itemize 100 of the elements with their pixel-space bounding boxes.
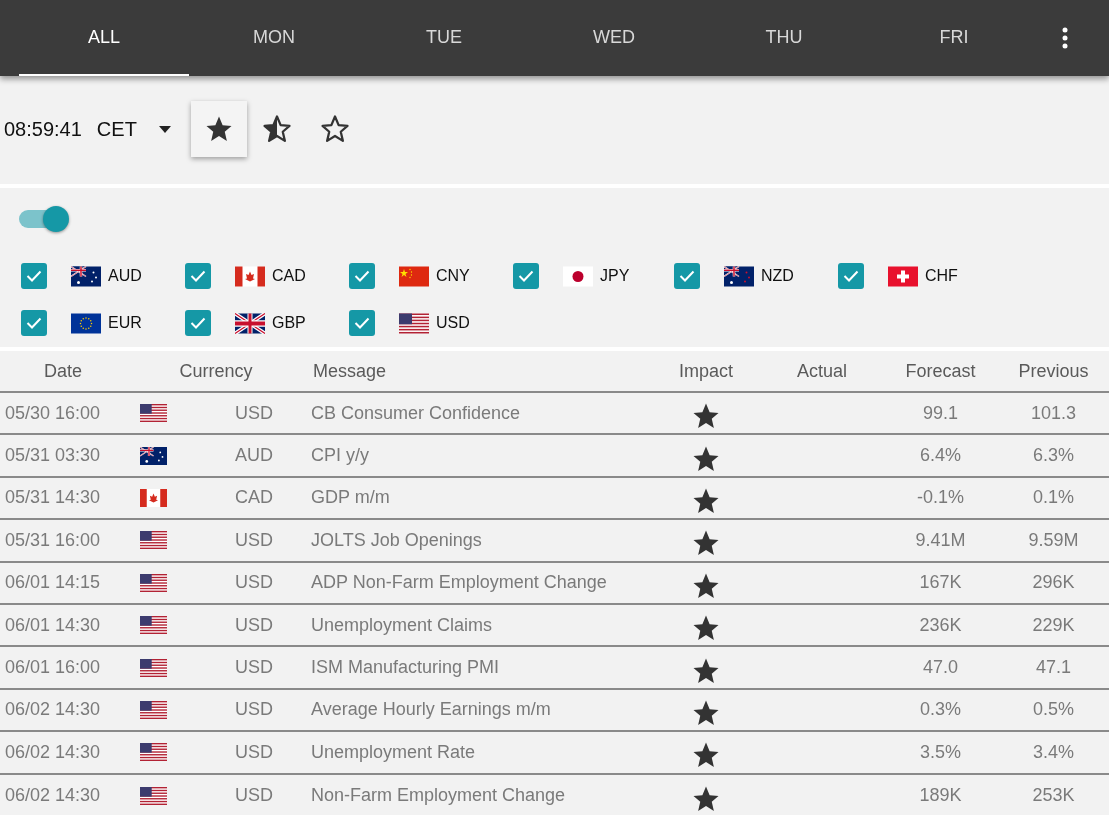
table-cell-text: 99.1 xyxy=(921,401,959,425)
table-cell-text: USD xyxy=(234,698,273,722)
table-cell-text: USD xyxy=(234,528,273,552)
table-cell-text: Unemployment Rate xyxy=(310,740,477,764)
table-cell-text: 06/01 14:15 xyxy=(4,571,102,595)
currency-label: NZD xyxy=(761,266,794,286)
currency-checkbox[interactable] xyxy=(349,263,375,289)
table-cell-text: ADP Non-Farm Employment Change xyxy=(310,571,608,595)
check-icon xyxy=(354,270,370,282)
currency-checkbox[interactable] xyxy=(838,263,864,289)
currency-checkbox[interactable] xyxy=(349,310,375,336)
table-cell-text: AUD xyxy=(234,444,273,468)
table-cell-text: 3.4% xyxy=(1032,740,1075,764)
table-cell-text: USD xyxy=(234,740,273,764)
table-cell-text: 05/30 16:00 xyxy=(4,401,102,425)
column-header: Forecast xyxy=(904,359,977,383)
table-cell-text: CAD xyxy=(234,486,273,510)
currency-checkbox[interactable] xyxy=(674,263,700,289)
menu-icon xyxy=(1062,27,1068,49)
table-cell-text: CPI y/y xyxy=(310,444,370,468)
currency-label: JPY xyxy=(600,266,630,286)
table-cell-text: USD xyxy=(234,784,273,808)
column-header: Previous xyxy=(1017,359,1090,383)
flag-icon xyxy=(563,265,593,287)
day-tab[interactable]: THU xyxy=(699,0,869,76)
day-tab[interactable]: MON xyxy=(189,0,359,76)
day-tab[interactable]: FRI xyxy=(869,0,1039,76)
flag-icon xyxy=(140,446,167,465)
table-cell-text: 0.5% xyxy=(1032,698,1075,722)
table-cell-text: 9.59M xyxy=(1027,528,1080,552)
table-cell-text: 06/02 14:30 xyxy=(4,740,102,764)
table-cell-text: 47.1 xyxy=(1034,656,1072,680)
flag-icon xyxy=(140,573,167,592)
star-outline-icon xyxy=(319,114,350,144)
flag-icon xyxy=(140,531,167,550)
currency-label: CNY xyxy=(436,266,470,286)
table-cell-text: 6.4% xyxy=(919,444,962,468)
table-cell-text: 05/31 16:00 xyxy=(4,528,102,552)
table-cell-text: CB Consumer Confidence xyxy=(310,401,522,425)
table-cell-text: 253K xyxy=(1031,784,1076,808)
table-cell-text: 6.3% xyxy=(1032,444,1075,468)
currency-checkbox[interactable] xyxy=(21,310,47,336)
table-cell-text: 3.5% xyxy=(919,740,962,764)
impact-filter-button[interactable] xyxy=(190,101,247,157)
flag-icon xyxy=(140,658,167,677)
table-cell-text: 06/01 16:00 xyxy=(4,656,102,680)
currency-label: GBP xyxy=(272,313,306,333)
table-cell-text: 296K xyxy=(1031,571,1076,595)
column-header: Impact xyxy=(678,359,734,383)
flag-icon xyxy=(235,265,265,287)
column-header: Currency xyxy=(178,359,254,383)
flag-icon xyxy=(140,616,167,635)
check-icon xyxy=(518,270,534,282)
check-icon xyxy=(843,270,859,282)
table-cell-text: 9.41M xyxy=(914,528,967,552)
table-cell-text: Average Hourly Earnings m/m xyxy=(310,698,552,722)
timezone-dropdown[interactable]: CET xyxy=(96,114,171,144)
check-icon xyxy=(354,317,370,329)
flag-icon xyxy=(71,312,101,334)
table-cell-text: 236K xyxy=(918,613,963,637)
flag-icon xyxy=(235,312,265,334)
table-cell-text: 229K xyxy=(1031,613,1076,637)
currency-checkbox[interactable] xyxy=(185,263,211,289)
table-cell-text: 05/31 03:30 xyxy=(4,444,102,468)
table-cell-text: Non-Farm Employment Change xyxy=(310,784,567,808)
table-cell-text: GDP m/m xyxy=(310,486,391,510)
flag-icon xyxy=(399,312,429,334)
flag-icon xyxy=(140,700,167,719)
currency-checkbox[interactable] xyxy=(185,310,211,336)
check-icon xyxy=(679,270,695,282)
table-cell-text: USD xyxy=(234,401,273,425)
table-cell-text: 189K xyxy=(918,784,963,808)
column-header: Message xyxy=(312,359,388,383)
table-cell-text: 101.3 xyxy=(1029,401,1077,425)
table-cell-text: USD xyxy=(234,613,273,637)
day-tab[interactable]: ALL xyxy=(19,0,189,76)
flag-icon xyxy=(888,265,918,287)
table-cell-text: JOLTS Job Openings xyxy=(310,528,483,552)
currency-label: USD xyxy=(436,313,470,333)
table-cell-text: 167K xyxy=(918,571,963,595)
table-cell-text: -0.1% xyxy=(916,486,965,510)
clock-time: 08:59:41 xyxy=(4,117,82,142)
currency-checkbox[interactable] xyxy=(21,263,47,289)
currency-label: AUD xyxy=(108,266,142,286)
check-icon xyxy=(26,270,42,282)
currency-checkbox[interactable] xyxy=(513,263,539,289)
flag-icon xyxy=(140,404,167,423)
currency-label: EUR xyxy=(108,313,142,333)
day-tab[interactable]: WED xyxy=(529,0,699,76)
flag-icon xyxy=(71,265,101,287)
toggle-switch[interactable] xyxy=(19,206,69,232)
currency-label: CHF xyxy=(925,266,958,286)
table-cell-text: 06/02 14:30 xyxy=(4,784,102,808)
flag-icon xyxy=(140,786,167,805)
caret-icon xyxy=(158,125,171,133)
table-cell-text: USD xyxy=(234,656,273,680)
check-icon xyxy=(190,270,206,282)
table-cell-text: 0.1% xyxy=(1032,486,1075,510)
day-tab[interactable]: TUE xyxy=(359,0,529,76)
table-cell-text: USD xyxy=(234,571,273,595)
